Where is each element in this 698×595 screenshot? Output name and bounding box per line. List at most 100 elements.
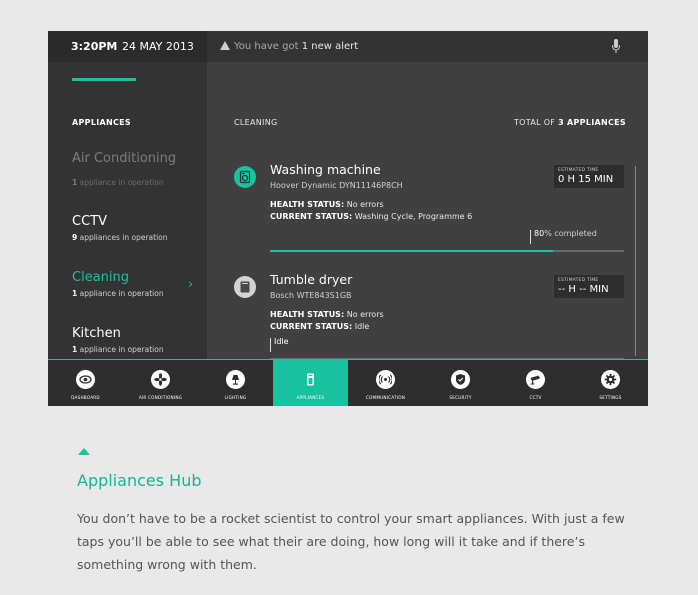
estimated-time-value: -- H -- MIN bbox=[558, 284, 609, 295]
current-status-value: Idle bbox=[354, 322, 370, 331]
current-status-label: CURRENT STATUS: bbox=[270, 212, 353, 221]
sidebar-item-air-conditioning[interactable]: Air Conditioning 1 appliance in operatio… bbox=[72, 151, 207, 187]
progress-percent: 80 bbox=[534, 229, 545, 238]
nav-label: CCTV bbox=[529, 395, 542, 400]
section-indicator bbox=[72, 78, 136, 81]
lamp-icon bbox=[226, 370, 245, 389]
clock-date: 24 MAY 2013 bbox=[122, 40, 194, 53]
estimated-time-caption: ESTIMATED TIME bbox=[558, 278, 599, 283]
health-status-label: HEALTH STATUS: bbox=[270, 310, 345, 319]
alert-count: 1 new alert bbox=[301, 41, 359, 52]
broadcast-icon bbox=[376, 370, 395, 389]
nav-item-dashboard[interactable]: DASHBOARD bbox=[48, 360, 123, 406]
estimated-time-caption: ESTIMATED TIME bbox=[558, 168, 599, 173]
nav-item-communication[interactable]: COMMUNICATION bbox=[348, 360, 423, 406]
nav-item-lighting[interactable]: LIGHTING bbox=[198, 360, 273, 406]
appliance-card-washing-machine[interactable]: Washing machine Hoover Dynamic DYN11146P… bbox=[234, 162, 625, 256]
nav-label: AIR CONDITIONING bbox=[138, 395, 183, 400]
sidebar-item-subtitle: 1 appliance in operation bbox=[72, 178, 164, 187]
gear-icon bbox=[601, 370, 620, 389]
eye-icon bbox=[76, 370, 95, 389]
caption-title: Appliances Hub bbox=[77, 471, 202, 490]
estimated-time-value: 0 H 15 MIN bbox=[558, 174, 614, 185]
appliance-count: 1 bbox=[72, 289, 78, 298]
caret-up-icon bbox=[78, 448, 90, 455]
sidebar-item-label: Kitchen bbox=[72, 326, 121, 341]
progress-label: 80% completed bbox=[534, 229, 597, 238]
nav-item-security[interactable]: SECURITY bbox=[423, 360, 498, 406]
chevron-right-icon: › bbox=[188, 277, 193, 291]
nav-label: LIGHTING bbox=[224, 395, 247, 400]
appliance-model: Bosch WTE843S1GB bbox=[270, 291, 352, 300]
app-screen: 3:20PM 24 MAY 2013 You have got 1 new al… bbox=[48, 31, 648, 406]
appliance-total: TOTAL OF 3 APPLIANCES bbox=[514, 118, 626, 127]
nav-item-appliances[interactable]: APPLIANCES bbox=[273, 360, 348, 406]
current-status-label: CURRENT STATUS: bbox=[270, 322, 353, 331]
current-status: CURRENT STATUS: Idle bbox=[270, 322, 369, 331]
appliance-name: Washing machine bbox=[270, 162, 381, 177]
sidebar-item-subtitle: 9 appliances in operation bbox=[72, 233, 207, 242]
health-status: HEALTH STATUS: No errors bbox=[270, 200, 384, 209]
fan-icon bbox=[151, 370, 170, 389]
washing-machine-icon bbox=[234, 166, 256, 188]
appliance-count: 9 bbox=[72, 233, 78, 242]
progress-fill bbox=[270, 250, 554, 252]
sidebar-item-cctv[interactable]: CCTV 9 appliances in operation bbox=[72, 214, 207, 254]
progress-marker bbox=[270, 338, 271, 352]
progress-bar bbox=[270, 250, 624, 252]
total-prefix: TOTAL OF bbox=[513, 118, 556, 127]
bottom-nav: DASHBOARD AIR CONDITIONING LIGHTING APPL… bbox=[48, 359, 648, 406]
estimated-time-box: ESTIMATED TIME 0 H 15 MIN bbox=[554, 165, 624, 188]
progress-suffix: % completed bbox=[544, 229, 597, 238]
appliance-count: 1 bbox=[72, 178, 78, 187]
appliance-name: Tumble dryer bbox=[270, 272, 353, 287]
scrollbar[interactable] bbox=[635, 166, 636, 356]
current-status: CURRENT STATUS: Washing Cycle, Programme… bbox=[270, 212, 472, 221]
sidebar-item-label: CCTV bbox=[72, 214, 107, 229]
subtitle-text: appliance in operation bbox=[79, 289, 164, 298]
alert-message[interactable]: You have got 1 new alert bbox=[234, 41, 358, 52]
nav-label: SECURITY bbox=[449, 395, 472, 400]
alert-prefix: You have got bbox=[234, 41, 299, 52]
subtitle-text: appliance in operation bbox=[79, 178, 164, 187]
nav-item-settings[interactable]: SETTINGS bbox=[573, 360, 648, 406]
sidebar-title: APPLIANCES bbox=[72, 118, 131, 127]
dryer-icon bbox=[234, 276, 256, 298]
nav-label: DASHBOARD bbox=[71, 395, 100, 400]
sidebar-item-label: Air Conditioning bbox=[72, 151, 177, 166]
appliance-list-panel: CLEANING TOTAL OF 3 APPLIANCES Washing m… bbox=[207, 62, 648, 360]
warning-icon bbox=[220, 41, 230, 50]
sidebar-item-subtitle: 1 appliance in operation bbox=[72, 345, 207, 354]
alert-bar[interactable]: You have got 1 new alert bbox=[207, 31, 648, 62]
status-bar: 3:20PM 24 MAY 2013 You have got 1 new al… bbox=[48, 31, 648, 62]
nav-item-air-conditioning[interactable]: AIR CONDITIONING bbox=[123, 360, 198, 406]
total-count: 3 APPLIANCES bbox=[558, 118, 626, 127]
camera-icon bbox=[526, 370, 545, 389]
health-status-label: HEALTH STATUS: bbox=[270, 200, 345, 209]
current-status-value: Washing Cycle, Programme 6 bbox=[354, 212, 473, 221]
shield-icon bbox=[451, 370, 470, 389]
appliance-card-tumble-dryer[interactable]: Tumble dryer Bosch WTE843S1GB HEALTH STA… bbox=[234, 272, 625, 366]
sidebar-item-kitchen[interactable]: Kitchen 1 appliance in operation bbox=[72, 326, 207, 359]
sidebar-item-label: Cleaning bbox=[72, 270, 129, 285]
sidebar-item-subtitle: 1 appliance in operation bbox=[72, 289, 207, 298]
subtitle-text: appliance in operation bbox=[79, 345, 164, 354]
health-status: HEALTH STATUS: No errors bbox=[270, 310, 384, 319]
clock-time: 3:20PM bbox=[71, 40, 118, 53]
appliance-model: Hoover Dynamic DYN11146P8CH bbox=[270, 181, 403, 190]
nav-label: SETTINGS bbox=[599, 395, 622, 400]
subtitle-text: appliances in operation bbox=[79, 233, 168, 242]
progress-label: Idle bbox=[274, 337, 289, 346]
estimated-time-box: ESTIMATED TIME -- H -- MIN bbox=[554, 275, 624, 298]
appliance-count: 1 bbox=[72, 345, 78, 354]
microphone-icon[interactable] bbox=[612, 39, 620, 54]
nav-item-cctv[interactable]: CCTV bbox=[498, 360, 573, 406]
category-sidebar: APPLIANCES Air Conditioning 1 appliance … bbox=[48, 62, 207, 359]
caption-description: You don’t have to be a rocket scientist … bbox=[77, 511, 625, 572]
nav-label: APPLIANCES bbox=[296, 395, 325, 400]
health-status-value: No errors bbox=[346, 310, 384, 319]
sidebar-item-cleaning[interactable]: Cleaning 1 appliance in operation › bbox=[72, 270, 207, 310]
clock-panel: 3:20PM 24 MAY 2013 bbox=[48, 31, 207, 62]
appliance-icon bbox=[301, 370, 320, 389]
progress-marker bbox=[530, 230, 531, 244]
